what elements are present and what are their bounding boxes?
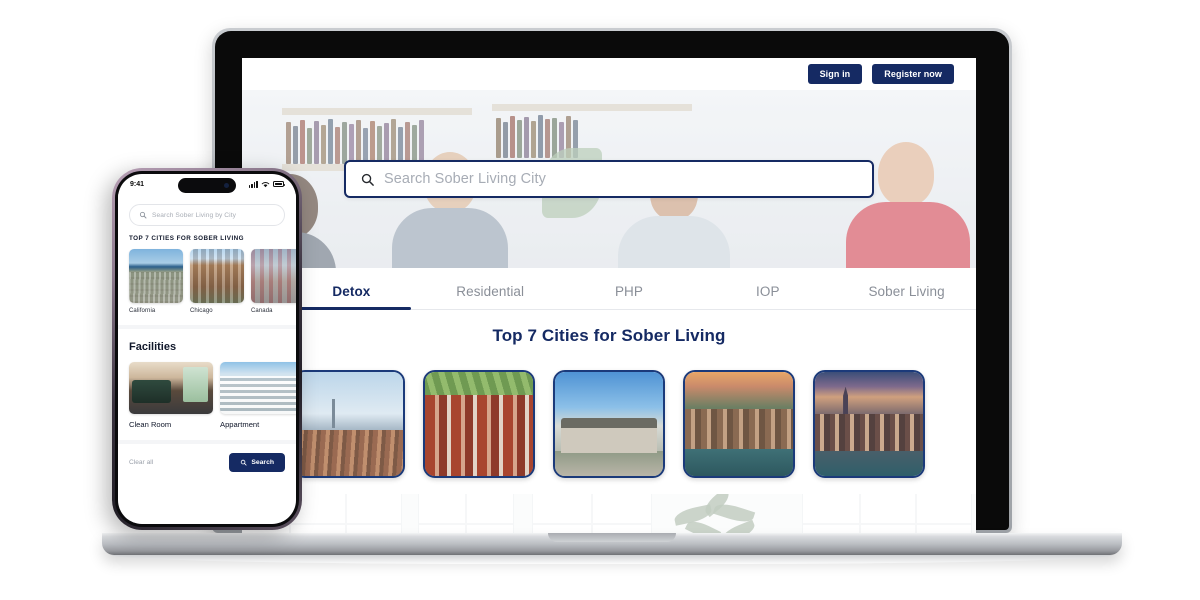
laptop-lid: Sign in Register now Search Sober Living… — [212, 28, 1012, 533]
city-card-zurich[interactable] — [293, 370, 405, 478]
laptop-shadow-foot — [112, 555, 1112, 564]
laptop-screen: Sign in Register now Search Sober Living… — [242, 58, 976, 533]
cellular-signal-icon — [248, 180, 258, 188]
phone-facilities-list: Clean Room Appartment — [129, 362, 296, 429]
phone-search-input[interactable]: Search Sober Living by City — [129, 204, 285, 226]
city-cards-list — [242, 356, 976, 494]
phone-facility-clean-room[interactable]: Clean Room — [129, 362, 213, 429]
phone-city-list: California Chicago Canada — [129, 249, 296, 314]
phone-facility-appartment[interactable]: Appartment — [220, 362, 296, 429]
laptop-base-notch — [548, 533, 676, 542]
screenshot-stage: Sign in Register now Search Sober Living… — [0, 0, 1200, 600]
register-now-button[interactable]: Register now — [872, 64, 954, 84]
status-time: 9:41 — [130, 180, 145, 188]
phone-city-canada[interactable]: Canada — [251, 249, 296, 314]
laptop-device-mockup: Sign in Register now Search Sober Living… — [102, 28, 1122, 564]
sign-in-button[interactable]: Sign in — [807, 64, 863, 84]
tab-residential[interactable]: Residential — [421, 284, 560, 309]
phone-bezel: 9:41 Search Sober Living by City TOP 7 C… — [115, 171, 299, 527]
cities-section-header: Top 7 Cities for Sober Living — [242, 310, 976, 356]
phone-search-card: Search Sober Living by City TOP 7 CITIES… — [118, 194, 296, 329]
phone-city-caption: Canada — [251, 308, 273, 314]
city-card-boston[interactable] — [423, 370, 535, 478]
phone-facilities-title: Facilities — [129, 341, 177, 353]
search-icon — [241, 459, 247, 466]
tab-detox[interactable]: Detox — [282, 284, 421, 309]
phone-facilities-card: Facilities Clean Room Appartment — [118, 329, 296, 444]
phone-facility-caption: Clean Room — [129, 420, 172, 429]
search-icon — [139, 211, 147, 219]
hero-banner: Search Sober Living City — [242, 90, 976, 268]
front-camera-icon — [224, 183, 229, 188]
hero-search-placeholder: Search Sober Living City — [384, 171, 546, 187]
website-page: Sign in Register now Search Sober Living… — [242, 58, 976, 533]
category-tabs: Detox Residential PHP IOP Sober Living — [242, 268, 976, 310]
tab-php[interactable]: PHP — [560, 284, 699, 309]
phone-frame: 9:41 Search Sober Living by City TOP 7 C… — [112, 168, 302, 530]
footer-image-strip — [242, 494, 976, 533]
tab-iop[interactable]: IOP — [698, 284, 837, 309]
phone-screen: 9:41 Search Sober Living by City TOP 7 C… — [118, 174, 296, 524]
phone-city-caption: California — [129, 308, 156, 314]
phone-search-placeholder: Search Sober Living by City — [152, 211, 237, 219]
hero-search-input[interactable]: Search Sober Living City — [344, 160, 874, 198]
battery-icon — [273, 181, 286, 187]
phone-city-chicago[interactable]: Chicago — [190, 249, 244, 314]
site-topbar: Sign in Register now — [242, 58, 976, 90]
city-card-suburb[interactable] — [553, 370, 665, 478]
city-card-bern[interactable] — [683, 370, 795, 478]
wifi-icon — [261, 181, 270, 187]
phone-city-california[interactable]: California — [129, 249, 183, 314]
status-icons — [248, 180, 286, 188]
page-title: Top 7 Cities for Sober Living — [492, 326, 726, 345]
phone-search-button-label: Search — [251, 459, 274, 466]
phone-city-caption: Chicago — [190, 308, 213, 314]
clear-all-button[interactable]: Clear all — [129, 459, 153, 466]
city-card-thun[interactable] — [813, 370, 925, 478]
phone-cities-label: TOP 7 CITIES FOR SOBER LIVING — [129, 235, 244, 242]
phone-facility-caption: Appartment — [220, 420, 260, 429]
search-icon — [361, 173, 374, 186]
hero-search-wrap: Search Sober Living City — [344, 160, 874, 198]
phone-action-bar: Clear all Search — [118, 444, 296, 481]
phone-device-mockup: 9:41 Search Sober Living by City TOP 7 C… — [112, 168, 302, 530]
dynamic-island — [178, 178, 236, 193]
phone-search-button[interactable]: Search — [229, 453, 285, 472]
phone-status-bar: 9:41 — [118, 174, 296, 194]
tab-sober-living[interactable]: Sober Living — [837, 284, 976, 309]
